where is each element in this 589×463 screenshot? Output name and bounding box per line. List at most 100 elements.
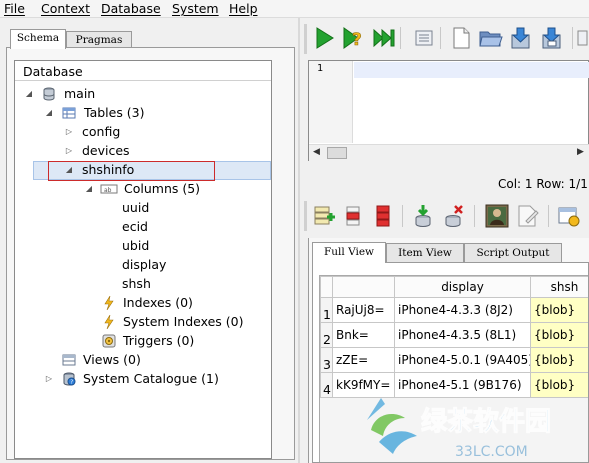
tree-node-devices[interactable]: ▷ devices <box>64 142 214 160</box>
table-cell[interactable]: iPhone4-4.3.5 (8L1) <box>394 322 531 348</box>
grid-corner[interactable] <box>320 276 333 298</box>
menu-database[interactable]: Database <box>101 1 161 16</box>
new-file-icon[interactable] <box>448 25 474 51</box>
table-cell[interactable]: iPhone4-4.3.3 (8J2) <box>394 297 531 323</box>
table-row[interactable]: 2 Bnk= iPhone4-4.3.5 (8L1) {blob} <box>320 322 588 348</box>
tree-node-system-indexes[interactable]: System Indexes (0) <box>102 313 262 331</box>
commit-icon[interactable] <box>411 203 437 229</box>
tree-label-views: Views (0) <box>83 352 141 367</box>
scroll-left-icon[interactable]: ◀ <box>313 147 320 157</box>
expand-arrow-icon[interactable]: ▷ <box>44 370 54 388</box>
table-cell[interactable]: Bnk= <box>332 322 395 348</box>
table-icon <box>62 107 76 119</box>
column-label: uuid <box>122 200 150 215</box>
tab-full-view[interactable]: Full View <box>312 242 386 263</box>
tree-node-views[interactable]: Views (0) <box>62 351 212 369</box>
columns-icon: ab <box>100 184 118 194</box>
column-label: shsh <box>122 276 151 291</box>
menu-context[interactable]: Context <box>41 1 90 16</box>
delete-row-icon[interactable] <box>341 203 367 229</box>
run-all-icon[interactable] <box>371 25 397 51</box>
image-icon[interactable] <box>484 203 510 229</box>
row-number[interactable]: 4 <box>320 372 333 398</box>
lightning-icon <box>104 315 114 329</box>
menu-help[interactable]: Help <box>229 1 258 16</box>
row-number[interactable]: 3 <box>320 347 333 373</box>
expand-arrow-icon[interactable]: ▷ <box>64 142 74 160</box>
table-cell[interactable]: RajUj8= <box>332 297 395 323</box>
column-header[interactable]: display <box>394 276 531 298</box>
edit-document-icon[interactable] <box>514 203 540 229</box>
grid-header-row: display shsh <box>320 276 588 298</box>
expand-arrow-icon[interactable]: ▷ <box>64 123 74 141</box>
tree-node-system-catalogue[interactable]: ▷ ? System Catalogue (1) <box>44 370 244 388</box>
blob-cell[interactable]: {blob} <box>530 322 588 348</box>
tree-node-column[interactable]: shsh <box>122 275 202 293</box>
blob-cell[interactable]: {blob} <box>530 347 588 373</box>
tree-label-triggers: Triggers (0) <box>123 333 195 348</box>
collapse-arrow-icon[interactable]: ◢ <box>84 180 94 198</box>
tree-label-system-catalogue: System Catalogue (1) <box>83 371 219 386</box>
database-icon <box>43 87 55 101</box>
horizontal-scrollbar[interactable]: ◀ ▶ <box>309 144 589 161</box>
system-catalogue-icon: ? <box>63 372 76 386</box>
tab-script-output[interactable]: Script Output <box>464 243 562 262</box>
run-icon[interactable] <box>311 25 337 51</box>
row-number[interactable]: 1 <box>320 297 333 323</box>
insert-row-icon[interactable] <box>311 203 337 229</box>
cursor-status: Col: 1 Row: 1/1 <box>498 177 588 191</box>
toolbar-grip <box>304 201 307 231</box>
menu-file[interactable]: File <box>4 1 25 16</box>
table-cell[interactable]: zZE= <box>332 347 395 373</box>
tree-node-tables[interactable]: ◢ Tables (3) <box>44 104 244 122</box>
table-row[interactable]: 1 RajUj8= iPhone4-4.3.3 (8J2) {blob} <box>320 297 588 323</box>
tree-node-column[interactable]: ecid <box>122 218 202 236</box>
scroll-thumb[interactable] <box>327 147 347 159</box>
overflow-icon <box>577 30 588 46</box>
trigger-icon <box>102 334 116 348</box>
rollback-icon[interactable] <box>441 203 467 229</box>
query-history-icon[interactable] <box>411 25 437 51</box>
tree-node-shshinfo[interactable]: ◢ shshinfo <box>64 161 214 179</box>
tree-label-shshinfo: shshinfo <box>82 162 135 177</box>
open-folder-icon[interactable] <box>478 25 504 51</box>
collapse-arrow-icon[interactable]: ◢ <box>64 161 74 179</box>
svg-text:?: ? <box>352 30 362 50</box>
toolbar-grip <box>304 24 307 54</box>
watermark-subtext: 33LC.COM <box>455 444 528 460</box>
tree-node-columns[interactable]: ◢ ab Columns (5) <box>84 180 234 198</box>
line-gutter: 1 <box>309 61 353 143</box>
delete-all-rows-icon[interactable] <box>371 203 397 229</box>
tree-node-column[interactable]: uuid <box>122 199 202 217</box>
tree-node-column[interactable]: ubid <box>122 237 202 255</box>
table-cell[interactable]: iPhone4-5.0.1 (9A405) <box>394 347 531 373</box>
menu-system[interactable]: System <box>172 1 219 16</box>
column-label: ubid <box>122 238 150 253</box>
tree-node-main[interactable]: ◢ main <box>24 85 224 103</box>
save-icon[interactable] <box>508 25 534 51</box>
tree-node-column[interactable]: display <box>122 256 202 274</box>
toolbar-overflow[interactable] <box>576 25 589 51</box>
sql-editor[interactable]: 1 ◀ ▶ <box>308 60 589 161</box>
column-label: ecid <box>122 219 148 234</box>
blob-cell[interactable]: {blob} <box>530 297 588 323</box>
tree-node-triggers[interactable]: Triggers (0) <box>102 332 252 350</box>
lightning-icon <box>104 296 114 310</box>
table-row[interactable]: 3 zZE= iPhone4-5.0.1 (9A405) {blob} <box>320 347 588 373</box>
tree-label-indexes: Indexes (0) <box>123 295 193 310</box>
tree-node-config[interactable]: ▷ config <box>64 123 214 141</box>
tab-item-view[interactable]: Item View <box>386 243 464 262</box>
collapse-arrow-icon[interactable]: ◢ <box>24 85 34 103</box>
panel-splitter[interactable] <box>298 18 300 463</box>
explain-icon[interactable]: ? <box>341 25 367 51</box>
row-number[interactable]: 2 <box>320 322 333 348</box>
column-header[interactable]: shsh <box>530 276 588 298</box>
tree-node-indexes[interactable]: Indexes (0) <box>102 294 252 312</box>
database-tree-header: Database <box>15 61 271 81</box>
tab-schema[interactable]: Schema <box>10 29 66 49</box>
save-as-icon[interactable] <box>539 25 565 51</box>
column-header[interactable] <box>332 276 395 298</box>
collapse-arrow-icon[interactable]: ◢ <box>44 104 54 122</box>
scroll-right-icon[interactable]: ▶ <box>577 147 584 157</box>
table-settings-icon[interactable] <box>556 203 582 229</box>
